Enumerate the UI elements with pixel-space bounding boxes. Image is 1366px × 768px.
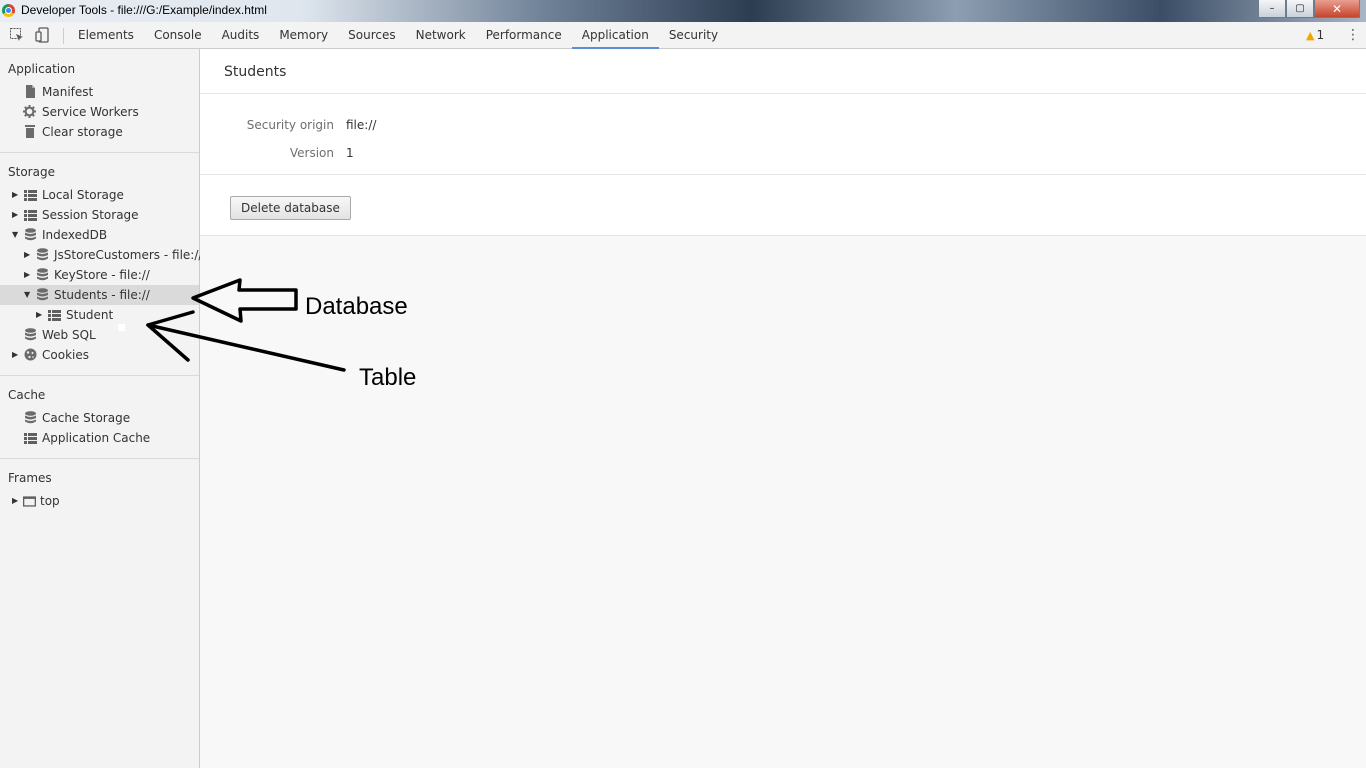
version-value: 1	[346, 146, 354, 160]
page-title: Students	[224, 64, 287, 80]
sidebar-item-label: Cache Storage	[42, 411, 131, 425]
sidebar-item-students-db[interactable]: ▼ Students - file://	[0, 285, 199, 305]
window-controls: – ▢ ✕	[1258, 0, 1360, 18]
tab-application[interactable]: Application	[571, 22, 659, 49]
expand-arrow-icon[interactable]: ▶	[12, 191, 20, 199]
sidebar-item-label: top	[40, 494, 60, 508]
database-icon	[25, 228, 36, 241]
sidebar-item-student-table[interactable]: ▶ Student	[0, 305, 199, 325]
panel-tabs: Elements Console Audits Memory Sources N…	[68, 22, 728, 49]
sidebar-item-label: Students - file://	[54, 288, 150, 302]
tab-performance[interactable]: Performance	[476, 22, 572, 48]
panel-header: Students	[200, 49, 1366, 94]
tab-elements[interactable]: Elements	[68, 22, 144, 48]
inspect-element-icon[interactable]	[9, 27, 25, 43]
tab-memory[interactable]: Memory	[269, 22, 338, 48]
sidebar-item-local-storage[interactable]: ▶ Local Storage	[0, 185, 199, 205]
expand-arrow-icon[interactable]: ▶	[12, 351, 20, 359]
sidebar-item-label: Clear storage	[42, 125, 123, 139]
sidebar-item-cache-storage[interactable]: Cache Storage	[0, 408, 199, 428]
maximize-button[interactable]: ▢	[1286, 0, 1314, 18]
document-icon	[26, 85, 35, 98]
section-title-application: Application	[8, 62, 76, 76]
section-title-storage: Storage	[8, 165, 55, 179]
sidebar-item-indexeddb[interactable]: ▼ IndexedDB	[0, 225, 199, 245]
sidebar-item-clear-storage[interactable]: Clear storage	[0, 122, 199, 142]
minimize-button[interactable]: –	[1258, 0, 1286, 18]
collapse-arrow-icon[interactable]: ▼	[24, 291, 32, 299]
sidebar-item-label: Web SQL	[42, 328, 96, 342]
warning-icon: ▲	[1306, 29, 1315, 42]
expand-arrow-icon[interactable]: ▶	[24, 251, 32, 259]
annotation-database-label: Database	[305, 293, 408, 320]
sidebar-item-service-workers[interactable]: Service Workers	[0, 102, 199, 122]
security-origin-label: Security origin	[246, 118, 334, 132]
section-divider	[0, 375, 199, 376]
frame-icon	[23, 496, 36, 507]
sidebar-item-label: JsStoreCustomers - file://	[54, 248, 203, 262]
section-divider	[0, 458, 199, 459]
warnings-counter[interactable]: ▲ 1	[1306, 28, 1324, 42]
more-options-icon[interactable]: ⋮	[1346, 26, 1360, 44]
database-icon	[37, 248, 48, 261]
chrome-icon	[2, 4, 15, 17]
toolbar-divider	[63, 28, 64, 44]
sidebar-item-frame-top[interactable]: ▶ top	[0, 491, 199, 511]
expand-arrow-icon[interactable]: ▶	[12, 211, 20, 219]
sidebar-item-label: Session Storage	[42, 208, 139, 222]
sidebar-item-application-cache[interactable]: Application Cache	[0, 428, 199, 448]
sidebar-item-label: Service Workers	[42, 105, 139, 119]
sidebar-item-label: Manifest	[42, 85, 94, 99]
close-button[interactable]: ✕	[1314, 0, 1360, 18]
sidebar-item-label: Local Storage	[42, 188, 124, 202]
cookie-icon	[24, 348, 37, 361]
database-info: Security origin file:// Version 1	[200, 94, 1366, 175]
grid-icon	[48, 310, 61, 321]
expand-arrow-icon[interactable]: ▶	[36, 311, 44, 319]
sidebar-item-cookies[interactable]: ▶ Cookies	[0, 345, 199, 365]
warning-count: 1	[1316, 28, 1325, 42]
annotation-table-label: Table	[359, 364, 417, 391]
expand-arrow-icon[interactable]: ▶	[24, 271, 32, 279]
grid-icon	[24, 433, 37, 444]
database-actions: Delete database	[200, 175, 1366, 236]
tab-network[interactable]: Network	[406, 22, 476, 48]
sidebar-item-session-storage[interactable]: ▶ Session Storage	[0, 205, 199, 225]
window-title-bar: Developer Tools - file:///G:/Example/ind…	[0, 0, 1366, 22]
sidebar-item-jsstorecustomers[interactable]: ▶ JsStoreCustomers - file://	[0, 245, 203, 265]
tab-security[interactable]: Security	[659, 22, 728, 48]
section-title-frames: Frames	[8, 471, 52, 485]
database-icon	[25, 411, 36, 424]
security-origin-value: file://	[346, 118, 377, 132]
window-title: Developer Tools - file:///G:/Example/ind…	[21, 3, 267, 17]
section-divider	[0, 152, 199, 153]
sidebar-item-web-sql[interactable]: Web SQL	[0, 325, 199, 345]
expand-arrow-icon[interactable]: ▶	[12, 497, 20, 505]
section-title-cache: Cache	[8, 388, 46, 402]
gear-icon	[23, 105, 36, 118]
sidebar-item-keystore[interactable]: ▶ KeyStore - file://	[0, 265, 199, 285]
devtools-toolbar: Elements Console Audits Memory Sources N…	[0, 22, 1366, 49]
tab-sources[interactable]: Sources	[338, 22, 405, 48]
database-icon	[25, 328, 36, 341]
sidebar-item-label: KeyStore - file://	[54, 268, 150, 282]
device-toolbar-icon[interactable]	[35, 27, 51, 43]
database-icon	[37, 288, 48, 301]
application-sidebar: Application Manifest Service Workers Cle…	[0, 49, 203, 768]
tab-console[interactable]: Console	[144, 22, 212, 48]
tab-audits[interactable]: Audits	[212, 22, 270, 48]
sidebar-item-label: Cookies	[42, 348, 89, 362]
database-icon	[37, 268, 48, 281]
collapse-arrow-icon[interactable]: ▼	[12, 231, 20, 239]
database-details-panel: Students Security origin file:// Version…	[200, 49, 1366, 768]
delete-database-button[interactable]: Delete database	[230, 196, 351, 220]
sidebar-item-label: Application Cache	[42, 431, 151, 445]
trash-icon	[25, 125, 35, 138]
grid-icon	[24, 210, 37, 221]
version-label: Version	[289, 146, 334, 160]
grid-icon	[24, 190, 37, 201]
sidebar-item-label: IndexedDB	[42, 228, 108, 242]
sidebar-item-label: Student	[66, 308, 114, 322]
sidebar-item-manifest[interactable]: Manifest	[0, 82, 199, 102]
